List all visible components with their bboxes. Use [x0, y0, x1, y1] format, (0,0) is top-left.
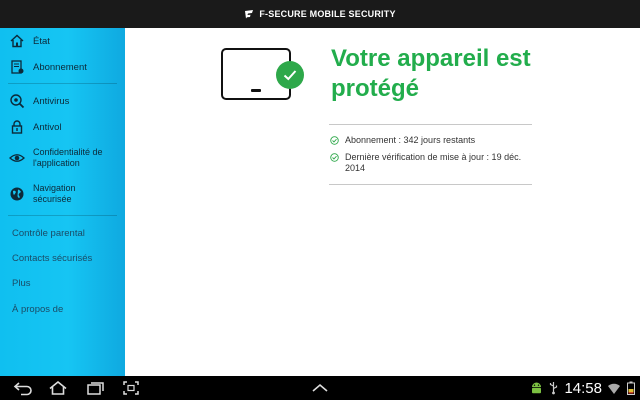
divider [329, 184, 532, 185]
app-title-bar: F-SECURE MOBILE SECURITY [0, 0, 640, 28]
home-icon [10, 34, 24, 48]
brand: F-SECURE MOBILE SECURITY [244, 9, 395, 19]
info-row-subscription: Abonnement : 342 jours restants [330, 135, 530, 146]
clock: 14:58 [564, 379, 602, 397]
sidebar-item-abonnement[interactable]: Abonnement [0, 58, 125, 76]
update-status-text: Dernière vérification de mise à jour : 1… [345, 152, 522, 173]
status-title: Votre appareil est protégé [331, 45, 531, 102]
sidebar-item-label: Antivirus [33, 96, 70, 107]
sidebar-item-label: Navigation sécurisée [33, 183, 76, 204]
antivirus-icon [10, 94, 25, 109]
sidebar-item-label: Antivol [33, 122, 62, 133]
screenshot-icon[interactable] [122, 380, 140, 396]
sidebar-item-a-propos[interactable]: À propos de [12, 304, 63, 315]
android-notification-icon [532, 382, 542, 394]
globe-icon [10, 187, 24, 201]
app-title: F-SECURE MOBILE SECURITY [259, 9, 396, 19]
tablet-button [251, 89, 261, 92]
status-tray[interactable]: 14:58 [530, 378, 636, 398]
sidebar-item-label: Abonnement [33, 62, 87, 73]
sidebar-item-contacts-securises[interactable]: Contacts sécurisés [12, 253, 92, 264]
check-icon [330, 153, 339, 162]
sidebar-item-controle-parental[interactable]: Contrôle parental [12, 228, 85, 239]
sidebar-item-antivirus[interactable]: Antivirus [0, 92, 125, 110]
sidebar-item-navigation[interactable]: Navigation sécurisée [0, 181, 125, 207]
sidebar: État Abonnement Antivirus Antivol Confid… [0, 28, 125, 376]
sidebar-item-confidentialite[interactable]: Confidentialité de l'application [0, 145, 125, 171]
sidebar-item-label: État [33, 36, 50, 47]
battery-icon [627, 381, 635, 395]
back-icon[interactable] [12, 380, 34, 396]
info-row-update: Dernière vérification de mise à jour : 1… [330, 152, 530, 174]
sidebar-item-antivol[interactable]: Antivol [0, 118, 125, 136]
up-arrow-icon[interactable] [310, 380, 330, 396]
fsecure-logo-icon [245, 10, 254, 19]
usb-icon [550, 382, 558, 395]
wifi-icon [608, 383, 620, 394]
system-navigation-bar: 14:58 [0, 376, 640, 400]
divider [8, 215, 117, 216]
home-icon[interactable] [48, 380, 68, 396]
main-content: Votre appareil est protégé Abonnement : … [125, 28, 640, 376]
subscription-status-text: Abonnement : 342 jours restants [345, 135, 476, 145]
protected-check-icon [276, 61, 304, 89]
divider [329, 124, 532, 125]
lock-icon [11, 120, 23, 134]
sidebar-item-etat[interactable]: État [0, 32, 125, 50]
divider [8, 83, 117, 84]
sidebar-item-plus[interactable]: Plus [12, 278, 30, 289]
check-icon [330, 136, 339, 145]
eye-icon [9, 154, 25, 162]
subscription-icon [11, 60, 24, 74]
sidebar-item-label: Confidentialité de l'application [33, 147, 103, 168]
recent-apps-icon[interactable] [86, 380, 106, 396]
